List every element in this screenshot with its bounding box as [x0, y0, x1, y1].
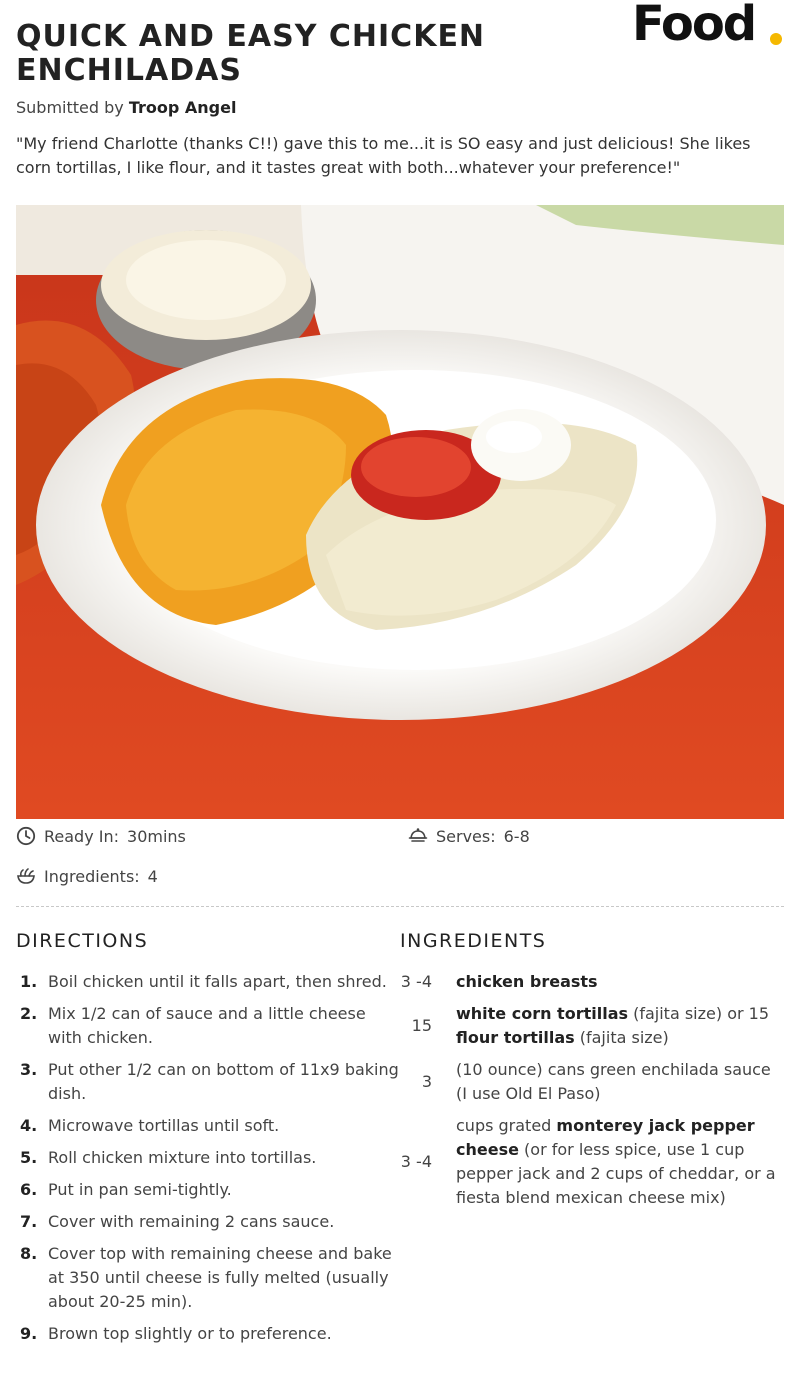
ingredient-name[interactable]: flour tortillas [456, 1028, 575, 1047]
step-number: 8. [20, 1244, 38, 1263]
ingredient-qty: 15 [411, 1016, 432, 1035]
serves-label: Serves: [436, 826, 496, 846]
step-text: Boil chicken until it falls apart, then … [48, 972, 387, 991]
directions-heading: DIRECTIONS [16, 930, 149, 952]
step-number: 7. [20, 1212, 38, 1231]
ingredient-text: chicken breasts [456, 970, 784, 994]
ingredient-qty: 3 -4 [400, 1152, 432, 1171]
section-divider [16, 906, 784, 907]
salad-bowl-icon [17, 868, 35, 884]
step-number: 3. [20, 1060, 38, 1079]
recipe-photo [16, 205, 784, 819]
ready-value: 30mins [127, 826, 186, 846]
ingredients-count: Ingredients: 4 [16, 866, 158, 886]
clock-icon [16, 826, 36, 846]
ingredient-text: (10 ounce) cans green enchilada sauce (I… [456, 1060, 771, 1103]
serving-dish-icon [408, 828, 428, 842]
recipe-title: QUICK AND EASY CHICKEN ENCHILADAS [16, 19, 486, 88]
step-text: Brown top slightly or to preference. [48, 1324, 332, 1343]
step-number: 2. [20, 1004, 38, 1023]
ingredients-value: 4 [147, 866, 158, 886]
logo-dot-icon [770, 33, 782, 45]
step-text: Put other 1/2 can on bottom of 11x9 baki… [48, 1060, 399, 1103]
logo-wordmark: Food [632, 0, 757, 52]
ingredient-name[interactable]: chicken breasts [456, 972, 598, 991]
step-text: Put in pan semi-tightly. [48, 1180, 232, 1199]
ingredients-heading: INGREDIENTS [400, 930, 547, 952]
serves-value: 6-8 [503, 826, 530, 846]
serves: Serves: 6-8 [408, 826, 530, 846]
step-text: Cover top with remaining cheese and bake… [48, 1244, 392, 1311]
ingredients-label: Ingredients: [44, 866, 140, 886]
ingredient-text: white corn tortillas (fajita size) or 15… [456, 1004, 769, 1047]
step-text: Microwave tortillas until soft. [48, 1116, 280, 1135]
ingredient-text: cups grated monterey jack pepper cheese … [456, 1116, 776, 1207]
ready-label: Ready In: [44, 826, 120, 846]
step-text: Cover with remaining 2 cans sauce. [48, 1212, 335, 1231]
step-number: 5. [20, 1148, 38, 1167]
step-number: 1. [20, 972, 38, 991]
ingredient-qty: 3 [421, 1072, 432, 1091]
recipe-description: "My friend Charlotte (thanks C!!) gave t… [16, 134, 751, 177]
ingredient-name[interactable]: white corn tortillas [456, 1004, 628, 1023]
ingredient-name[interactable]: monterey jack pepper cheese [456, 1116, 755, 1159]
step-number: 6. [20, 1180, 38, 1199]
enchiladas-plate-illustration [16, 205, 784, 819]
submitted-by: Submitted by Troop Angel [16, 98, 236, 117]
author-link[interactable]: Troop Angel [129, 98, 237, 117]
step-text: Roll chicken mixture into tortillas. [48, 1148, 317, 1167]
step-text: Mix 1/2 can of sauce and a little cheese… [48, 1004, 366, 1047]
ready-in: Ready In: 30mins [16, 826, 186, 846]
ingredient-qty: 3 -4 [400, 972, 432, 991]
submitted-prefix: Submitted by [16, 98, 124, 117]
food-logo[interactable]: Food [632, 0, 792, 50]
step-number: 9. [20, 1324, 38, 1343]
step-number: 4. [20, 1116, 38, 1135]
